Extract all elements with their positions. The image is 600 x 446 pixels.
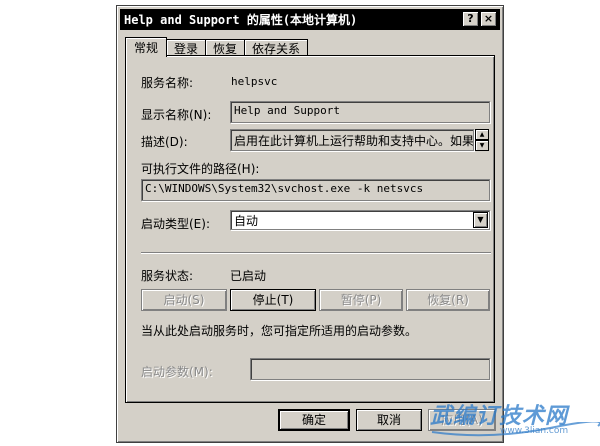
watermark-url: www.3lian.com (500, 426, 569, 436)
tab-dependencies[interactable]: 依存关系 (244, 39, 309, 56)
scroll-up-icon[interactable]: ▲ (475, 129, 489, 140)
display-name-label: 显示名称(N): (141, 108, 212, 122)
tab-strip: 常规 登录 恢复 依存关系 (125, 37, 309, 57)
general-tab-panel: 服务名称: helpsvc 显示名称(N): Help and Support … (125, 55, 495, 403)
resume-button[interactable]: 恢复(R) (406, 289, 490, 311)
startup-type-label: 启动类型(E): (141, 217, 210, 231)
description-label: 描述(D): (141, 135, 188, 149)
path-label: 可执行文件的路径(H): (141, 162, 260, 176)
start-params-label: 启动参数(M): (141, 365, 213, 379)
startup-type-value: 自动 (234, 214, 259, 228)
service-name-value: helpsvc (231, 75, 278, 88)
help-button[interactable]: ? (462, 11, 479, 27)
tab-general[interactable]: 常规 (125, 37, 168, 57)
tab-logon[interactable]: 登录 (166, 39, 207, 56)
title-bar[interactable]: Help and Support 的属性(本地计算机) ? × (120, 9, 500, 30)
tab-recovery[interactable]: 恢复 (205, 39, 246, 56)
separator (141, 252, 491, 254)
service-properties-dialog: Help and Support 的属性(本地计算机) ? × 常规 登录 恢复… (116, 5, 504, 443)
start-button[interactable]: 启动(S) (141, 289, 227, 311)
service-status-label: 服务状态: (141, 269, 194, 283)
apply-button[interactable]: 应用(A) (428, 409, 496, 431)
start-params-hint: 当从此处启动服务时，您可指定所适用的启动参数。 (141, 324, 418, 338)
chevron-down-icon[interactable]: ▼ (473, 212, 488, 228)
startup-type-select[interactable]: 自动 ▼ (230, 210, 490, 230)
description-field[interactable]: 启用在此计算机上运行帮助和支持中心。如果 (230, 129, 474, 151)
window-title: Help and Support 的属性(本地计算机) (124, 13, 358, 27)
cancel-button[interactable]: 取消 (356, 409, 422, 431)
description-scroll[interactable]: ▲ ▼ (475, 129, 489, 151)
scroll-down-icon[interactable]: ▼ (475, 140, 489, 151)
start-params-field[interactable] (250, 358, 490, 380)
pause-button[interactable]: 暂停(P) (319, 289, 403, 311)
close-button[interactable]: × (480, 11, 497, 27)
service-name-label: 服务名称: (141, 76, 194, 90)
stop-button[interactable]: 停止(T) (230, 289, 316, 311)
service-status-value: 已启动 (230, 269, 267, 283)
path-field[interactable]: C:\WINDOWS\System32\svchost.exe -k netsv… (141, 179, 490, 201)
ok-button[interactable]: 确定 (278, 409, 350, 431)
display-name-field[interactable]: Help and Support (230, 101, 490, 123)
